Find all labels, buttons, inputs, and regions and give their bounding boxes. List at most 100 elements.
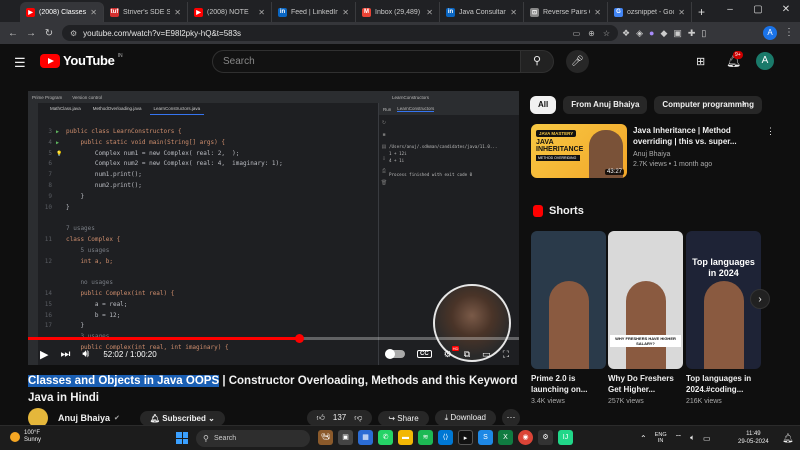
speaker-icon[interactable]: 🔈︎ [690,433,695,443]
recommended-video[interactable]: JAVA MASTERY JAVA INHERITANCE METHOD OVE… [531,124,775,178]
whatsapp-icon[interactable]: ✆ [378,430,393,445]
extension-icon[interactable]: ❖ [622,28,630,39]
puzzle-icon[interactable]: ✚ [688,28,696,39]
progress-bar[interactable] [28,334,519,343]
file-explorer-icon[interactable]: ▬ [398,430,413,445]
fullscreen-icon[interactable]: ⛶ [503,349,509,360]
close-tab-icon[interactable]: ✕ [342,8,349,17]
like-dislike-button[interactable]: 👍︎ 137 👎︎ [306,410,373,426]
channel-name[interactable]: Anuj Bhaiya [58,413,110,423]
browser-tab[interactable]: in Feed | LinkedIn ✕ [272,2,356,22]
zoom-icon[interactable]: ⊕ [588,29,595,38]
language-indicator[interactable]: ENG IN [655,432,667,444]
extension-icon[interactable]: ◈ [636,28,643,39]
vscode-icon[interactable]: ⟨⟩ [438,430,453,445]
terminal-icon[interactable]: ▸ [458,430,473,445]
skype-icon[interactable]: S [478,430,493,445]
create-icon[interactable]: ⊞ [696,55,705,68]
download-button[interactable]: ⤓ Download [434,410,496,426]
browser-tab[interactable]: ⊡ Reverse Pairs Co ✕ [524,2,608,22]
taskbar-search[interactable]: Search [196,430,310,447]
play-icon[interactable]: ▶ [40,348,48,361]
menu-icon[interactable]: ☰ [14,55,26,71]
short-thumbnail[interactable] [531,231,606,369]
windows-start-icon[interactable] [176,432,188,444]
otter-icon[interactable]: 🦦︎ [318,430,333,445]
chrome-icon[interactable]: ◉ [518,430,533,445]
extension-icon[interactable]: ◆ [660,28,667,39]
share-button[interactable]: ↪ Share [378,410,429,426]
wifi-icon[interactable]: ⌔ [675,433,683,443]
battery-icon[interactable]: ▭ [703,434,711,443]
intellij-icon[interactable]: IJ [558,430,573,445]
browser-profile-avatar[interactable]: A [763,26,777,40]
filter-chip[interactable]: All [530,96,557,114]
filter-chip[interactable]: From Anuj Bhaiya [563,96,648,114]
autoplay-toggle[interactable] [384,349,405,359]
close-tab-icon[interactable]: ✕ [90,8,97,17]
rec-channel[interactable]: Anuj Bhaiya [633,151,670,158]
settings-icon[interactable]: ⚙ [538,430,553,445]
site-info-icon[interactable]: ⚙ [70,29,77,38]
close-tab-icon[interactable]: ✕ [258,8,265,17]
captions-button[interactable]: CC [416,350,432,358]
new-tab-button[interactable]: + [692,2,711,22]
reload-icon[interactable]: ↻ [40,28,58,39]
browser-tab[interactable]: tuf Striver's SDE She ✕ [104,2,188,22]
close-tab-icon[interactable]: ✕ [174,8,181,17]
account-avatar[interactable]: A [756,52,774,70]
close-tab-icon[interactable]: ✕ [510,8,517,17]
sidepanel-icon[interactable]: ▯ [701,28,706,39]
chevron-up-icon[interactable]: ⌃ [640,434,647,443]
video-player[interactable]: Prime Program Version control LearnConst… [28,91,519,365]
progress-scrubber[interactable] [295,334,305,343]
video-thumbnail[interactable]: JAVA MASTERY JAVA INHERITANCE METHOD OVE… [531,124,627,178]
browser-tab[interactable]: Gozsnippet - Goo ✕ [608,2,692,22]
cast-icon[interactable]: ▭ [573,29,581,38]
voice-search-button[interactable]: 🎤︎ [566,50,589,73]
subscribe-button[interactable]: 🔔︎ Subscribed ⌄ [139,410,225,426]
browser-menu-icon[interactable]: ⋮ [784,27,794,38]
close-tab-icon[interactable]: ✕ [594,8,601,17]
weather-widget[interactable]: 100°F Sunny [10,430,41,444]
more-options-icon[interactable]: ⋮ [766,126,775,137]
rec-title[interactable]: Java Inheritance | Method overriding | t… [633,125,761,147]
notification-icon[interactable]: 🔔︎ [782,433,793,444]
widgets-icon[interactable]: ▦ [358,430,373,445]
close-tab-icon[interactable]: ✕ [678,8,685,17]
browser-tab[interactable]: M Inbox (29,489) ✕ [356,2,440,22]
chevron-right-icon[interactable]: › [750,289,770,309]
task-view-icon[interactable]: ▣ [338,430,353,445]
browser-tab[interactable]: ▶ (2008) Classes a✕ [20,2,104,22]
short-title[interactable]: Top languages in 2024.#coding... [686,373,761,395]
clock[interactable]: 11:49 29-05-2024 [738,430,769,446]
volume-icon[interactable]: 🔊︎ [82,348,89,361]
settings-button[interactable]: ⚙ HD [444,345,460,360]
close-window-icon[interactable]: ✕ [772,0,800,22]
browser-tab[interactable]: ▶ (2008) NOTE ✕ [188,2,272,22]
extension-icon[interactable]: ▣ [673,28,682,39]
browser-tab[interactable]: in Java Consultant ✕ [440,2,524,22]
filter-chip[interactable]: Computer programming [654,96,762,114]
back-icon[interactable]: ← [4,28,22,39]
search-button[interactable]: ⚲ [520,50,554,73]
short-title[interactable]: Prime 2.0 is launching on... [531,373,606,395]
miniplayer-icon[interactable]: ⧉ [464,349,470,360]
address-bar[interactable]: ⚙ youtube.com/watch?v=E98l2pky-hQ&t=583s… [62,25,618,41]
bookmark-star-icon[interactable]: ☆ [603,29,610,38]
close-tab-icon[interactable]: ✕ [426,8,433,17]
code-text: class Complex { [66,235,121,243]
short-thumbnail[interactable]: WHY FRESHERS HAVE HIGHER SALARY? [608,231,683,369]
extension-icon[interactable]: ● [649,28,654,38]
spotify-icon[interactable]: ≋ [418,430,433,445]
minimize-icon[interactable]: – [716,0,744,22]
chevron-right-icon[interactable]: › [742,98,745,109]
forward-icon[interactable]: → [22,28,40,39]
youtube-logo[interactable]: YouTube IN [40,53,123,68]
excel-icon[interactable]: X [498,430,513,445]
next-icon[interactable]: ⏭ [60,348,70,361]
search-input[interactable]: Search [212,50,522,73]
theater-icon[interactable]: ▭ [482,349,491,360]
maximize-icon[interactable]: ▢ [744,0,772,22]
short-title[interactable]: Why Do Freshers Get Higher... [608,373,683,395]
